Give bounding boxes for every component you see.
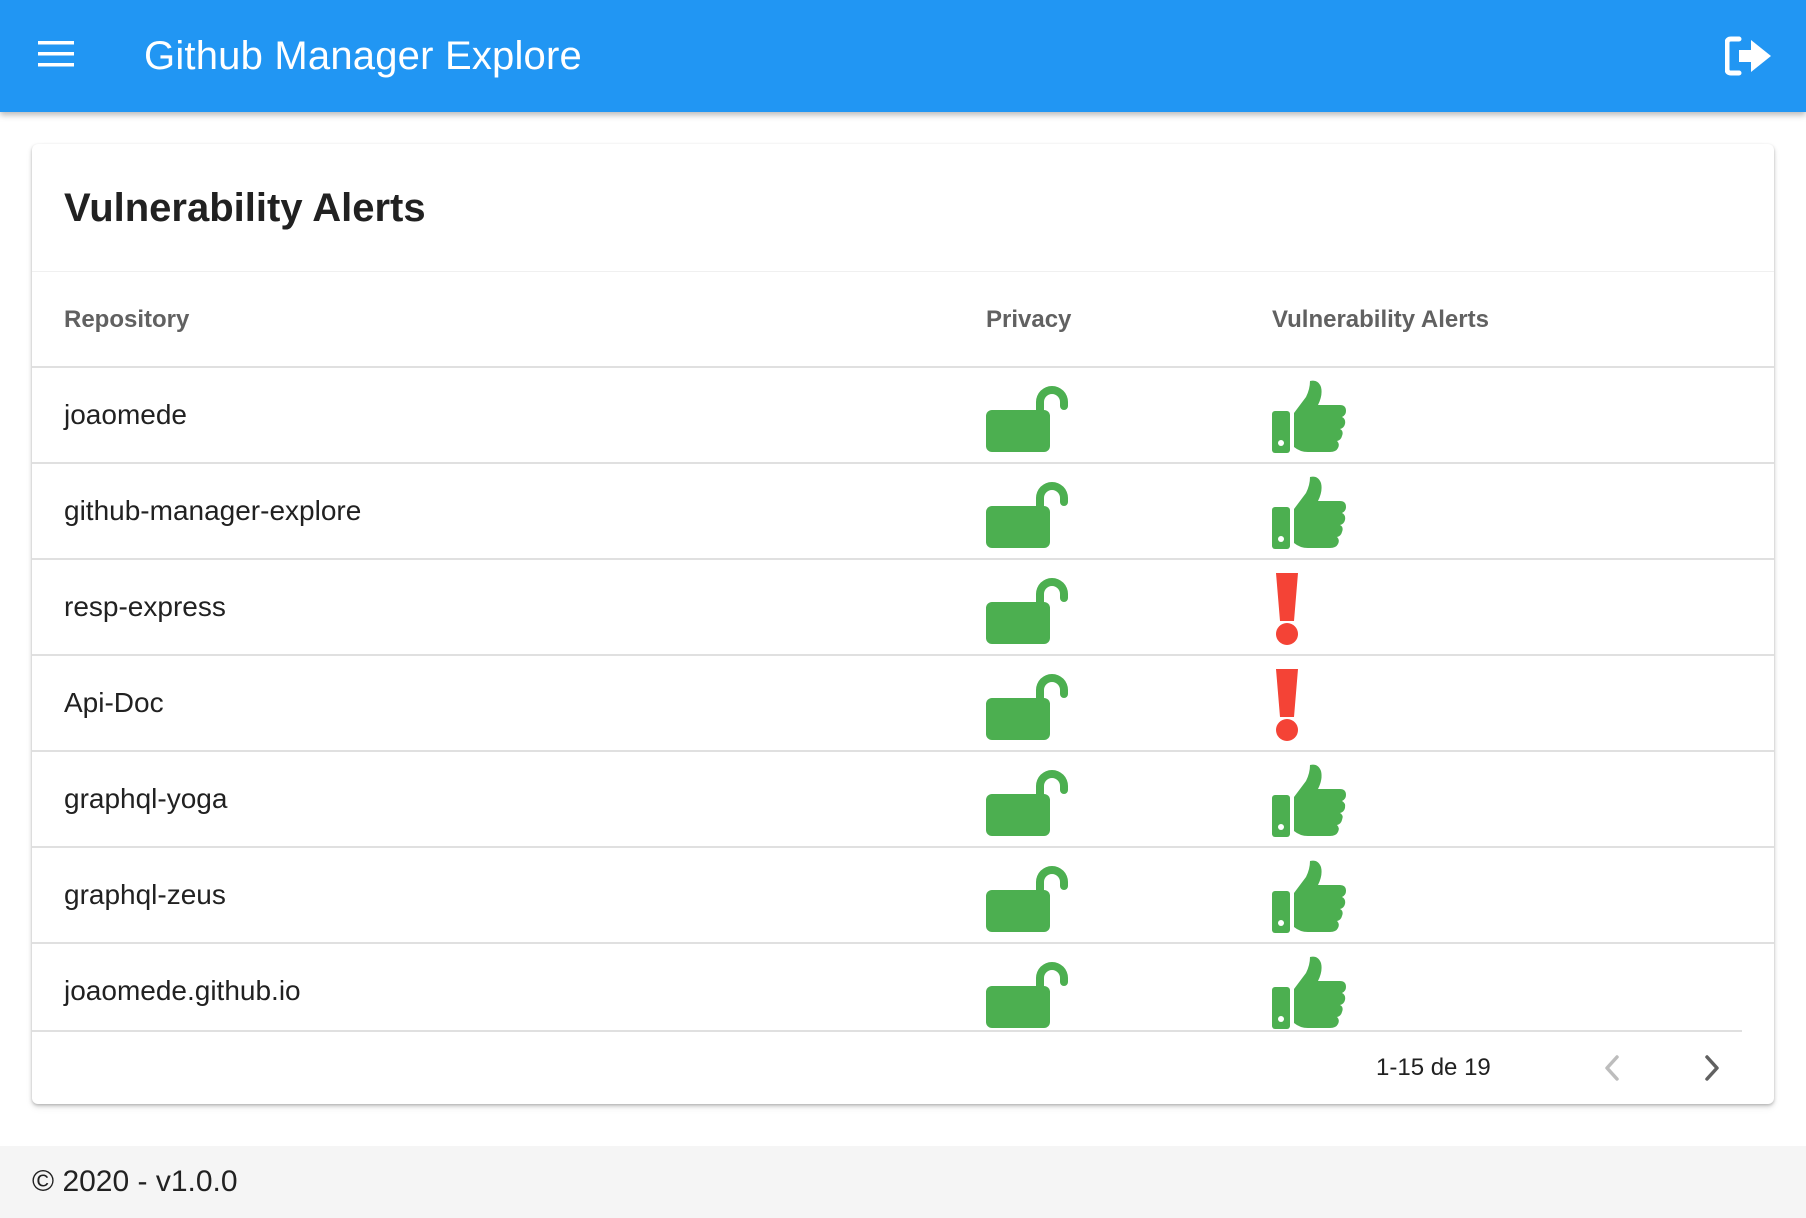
app-title: Github Manager Explore <box>144 34 582 78</box>
unlock-icon <box>986 482 1068 548</box>
unlock-icon <box>986 962 1068 1028</box>
app-bar: Github Manager Explore <box>0 0 1806 112</box>
privacy-status <box>986 954 1070 1030</box>
privacy-status <box>986 474 1070 550</box>
exclamation-icon <box>1276 669 1298 741</box>
app-footer: © 2020 - v1.0.0 <box>0 1146 1806 1218</box>
repository-name: github-manager-explore <box>64 495 362 526</box>
table-header: Repository Privacy Vulnerability Alerts <box>32 272 1774 368</box>
unlock-icon <box>986 866 1068 932</box>
vulnerability-status <box>1272 570 1356 646</box>
unlock-icon <box>986 386 1068 452</box>
unlock-icon <box>986 674 1068 740</box>
exclamation-icon <box>1276 573 1298 645</box>
column-header-vulnerability-alerts[interactable]: Vulnerability Alerts <box>1272 272 1489 368</box>
pagination: 1-15 de 19 <box>32 1032 1774 1104</box>
thumbs-up-icon <box>1272 380 1346 453</box>
thumbs-up-icon <box>1272 956 1346 1029</box>
footer-text: © 2020 - v1.0.0 <box>32 1165 238 1198</box>
logout-button[interactable] <box>1716 22 1784 90</box>
vulnerability-status <box>1272 858 1356 934</box>
table-body: joaomede github-manager-explore resp-expre… <box>32 368 1774 1036</box>
thumbs-up-icon <box>1272 764 1346 837</box>
table-row[interactable]: Api-Doc <box>32 656 1774 752</box>
menu-button[interactable] <box>22 20 90 88</box>
chevron-right-icon <box>1705 1055 1719 1081</box>
card-header: Vulnerability Alerts <box>32 144 1774 272</box>
vulnerability-alerts-card: Vulnerability Alerts Repository Privacy … <box>32 144 1774 1104</box>
repository-name: resp-express <box>64 591 226 622</box>
privacy-status <box>986 762 1070 838</box>
repository-name: graphql-yoga <box>64 783 228 814</box>
vulnerability-status <box>1272 954 1356 1030</box>
repository-name: Api-Doc <box>64 687 164 718</box>
vulnerability-status <box>1272 474 1356 550</box>
pagination-info: 1-15 de 19 <box>1376 1054 1491 1081</box>
table-row[interactable]: graphql-zeus <box>32 848 1774 944</box>
thumbs-up-icon <box>1272 860 1346 933</box>
privacy-status <box>986 378 1070 454</box>
column-header-privacy[interactable]: Privacy <box>986 272 1071 368</box>
thumbs-up-icon <box>1272 476 1346 549</box>
privacy-status <box>986 570 1070 646</box>
repository-name: joaomede.github.io <box>64 975 301 1006</box>
unlock-icon <box>986 578 1068 644</box>
table-row[interactable]: joaomede <box>32 368 1774 464</box>
column-header-repository[interactable]: Repository <box>64 272 189 368</box>
hamburger-menu-icon <box>38 41 74 67</box>
next-page-button[interactable] <box>1688 1044 1736 1092</box>
sign-out-icon <box>1725 36 1771 76</box>
vulnerability-status <box>1272 378 1356 454</box>
previous-page-button[interactable] <box>1588 1044 1636 1092</box>
table-row[interactable]: github-manager-explore <box>32 464 1774 560</box>
privacy-status <box>986 858 1070 934</box>
unlock-icon <box>986 770 1068 836</box>
repository-name: graphql-zeus <box>64 879 226 910</box>
vulnerability-status <box>1272 762 1356 838</box>
vulnerability-status <box>1272 666 1356 742</box>
table-row[interactable]: resp-express <box>32 560 1774 656</box>
privacy-status <box>986 666 1070 742</box>
card-title: Vulnerability Alerts <box>64 186 426 230</box>
table-row[interactable]: joaomede.github.io <box>32 944 1774 1036</box>
chevron-left-icon <box>1605 1055 1619 1081</box>
table-row[interactable]: graphql-yoga <box>32 752 1774 848</box>
repository-name: joaomede <box>64 399 187 430</box>
